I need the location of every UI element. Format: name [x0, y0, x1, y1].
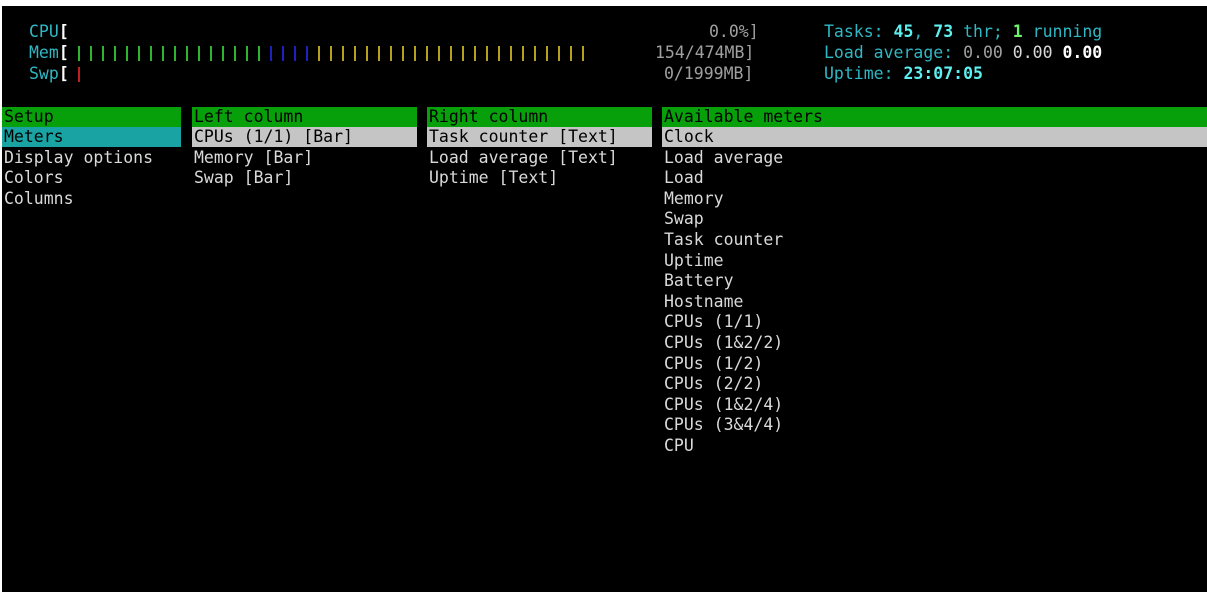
cpu-meter-value: 0.0%]	[709, 22, 759, 41]
mem-used-bar	[205, 43, 217, 63]
mem-cache-bar	[517, 43, 529, 63]
available-meter-item[interactable]: CPUs (3&4/4)	[662, 415, 962, 435]
mem-cache-bar	[445, 43, 457, 63]
mem-meter-label: Mem[	[29, 43, 69, 62]
mem-used-bar	[109, 43, 121, 63]
mem-cache-bar	[469, 43, 481, 63]
mem-cache-bar	[577, 43, 589, 63]
available-meter-item[interactable]: Swap	[662, 209, 962, 229]
mem-cache-bar	[409, 43, 421, 63]
left-column-header: Left column	[192, 107, 417, 127]
mem-buffer-bar	[277, 43, 289, 63]
mem-used-bar	[121, 43, 133, 63]
right-column-header: Right column	[427, 107, 652, 127]
available-meter-item[interactable]: CPUs (1/2)	[662, 354, 962, 374]
mem-used-bar	[253, 43, 265, 63]
mem-cache-bar	[505, 43, 517, 63]
mem-used-bar	[169, 43, 181, 63]
mem-used-bar	[133, 43, 145, 63]
right-column-item-load-average[interactable]: Load average [Text]	[427, 148, 652, 168]
setup-item-display-options[interactable]: Display options	[2, 148, 181, 168]
uptime: Uptime: 23:07:05	[824, 64, 983, 83]
setup-item-columns[interactable]: Columns	[2, 189, 181, 209]
available-meter-item[interactable]: Memory	[662, 189, 962, 209]
mem-cache-bar	[493, 43, 505, 63]
mem-cache-bar	[385, 43, 397, 63]
available-meter-item[interactable]: CPUs (1&2/4)	[662, 395, 962, 415]
mem-used-bar	[97, 43, 109, 63]
mem-used-bar	[85, 43, 97, 63]
mem-cache-bar	[553, 43, 565, 63]
mem-used-bar	[145, 43, 157, 63]
mem-used-bar	[157, 43, 169, 63]
setup-item-meters[interactable]: Meters	[2, 127, 181, 147]
available-meter-item[interactable]: Load	[662, 168, 962, 188]
mem-cache-bar	[541, 43, 553, 63]
available-meter-item[interactable]: CPUs (2/2)	[662, 374, 962, 394]
mem-used-bar	[73, 43, 85, 63]
task-counter: Tasks: 45, 73 thr; 1 running	[824, 22, 1103, 41]
available-meter-item[interactable]: Load average	[662, 148, 962, 168]
mem-cache-bar	[421, 43, 433, 63]
swp-used-bar	[73, 64, 85, 84]
load-average: Load average: 0.00 0.00 0.00	[824, 43, 1103, 62]
mem-cache-bar	[373, 43, 385, 63]
mem-used-bar	[217, 43, 229, 63]
mem-cache-bar	[361, 43, 373, 63]
mem-cache-bar	[397, 43, 409, 63]
terminal-window: CPU[ 0.0%] Mem[ 154/474MB] Swp[ 0/1999MB…	[2, 6, 1207, 592]
available-meter-item[interactable]: CPUs (1&2/2)	[662, 333, 962, 353]
mem-buffer-bar	[301, 43, 313, 63]
mem-used-bar	[241, 43, 253, 63]
left-column-item-cpus[interactable]: CPUs (1/1) [Bar]	[192, 127, 417, 147]
mem-buffer-bar	[265, 43, 277, 63]
available-meter-item[interactable]: Uptime	[662, 251, 962, 271]
cpu-meter-label: CPU[	[29, 22, 69, 41]
mem-cache-bar	[529, 43, 541, 63]
mem-cache-bar	[565, 43, 577, 63]
swp-meter-value: 0/1999MB]	[664, 64, 754, 83]
available-meter-item[interactable]: CPU	[662, 436, 962, 456]
right-column-item-task-counter[interactable]: Task counter [Text]	[427, 127, 652, 147]
available-meter-item[interactable]: CPUs (1/1)	[662, 312, 962, 332]
mem-cache-bar	[337, 43, 349, 63]
mem-cache-bar	[349, 43, 361, 63]
available-meter-item[interactable]: Clock	[662, 127, 1207, 147]
mem-used-bar	[229, 43, 241, 63]
mem-used-bar	[193, 43, 205, 63]
setup-header: Setup	[2, 107, 181, 127]
setup-item-colors[interactable]: Colors	[2, 168, 181, 188]
available-meter-item[interactable]: Hostname	[662, 292, 962, 312]
mem-cache-bar	[457, 43, 469, 63]
available-meter-item[interactable]: Task counter	[662, 230, 962, 250]
left-column-item-swap[interactable]: Swap [Bar]	[192, 168, 417, 188]
swp-meter-bar	[73, 64, 85, 85]
mem-meter-value: 154/474MB]	[655, 43, 755, 62]
available-meter-item[interactable]: Battery	[662, 271, 962, 291]
mem-buffer-bar	[289, 43, 301, 63]
swp-meter-label: Swp[	[29, 64, 69, 83]
available-meters-header: Available meters	[662, 107, 1207, 127]
mem-cache-bar	[481, 43, 493, 63]
mem-used-bar	[181, 43, 193, 63]
mem-cache-bar	[433, 43, 445, 63]
mem-cache-bar	[313, 43, 325, 63]
right-column-item-uptime[interactable]: Uptime [Text]	[427, 168, 652, 188]
mem-meter-bar	[73, 43, 589, 64]
mem-cache-bar	[325, 43, 337, 63]
left-column-item-memory[interactable]: Memory [Bar]	[192, 148, 417, 168]
